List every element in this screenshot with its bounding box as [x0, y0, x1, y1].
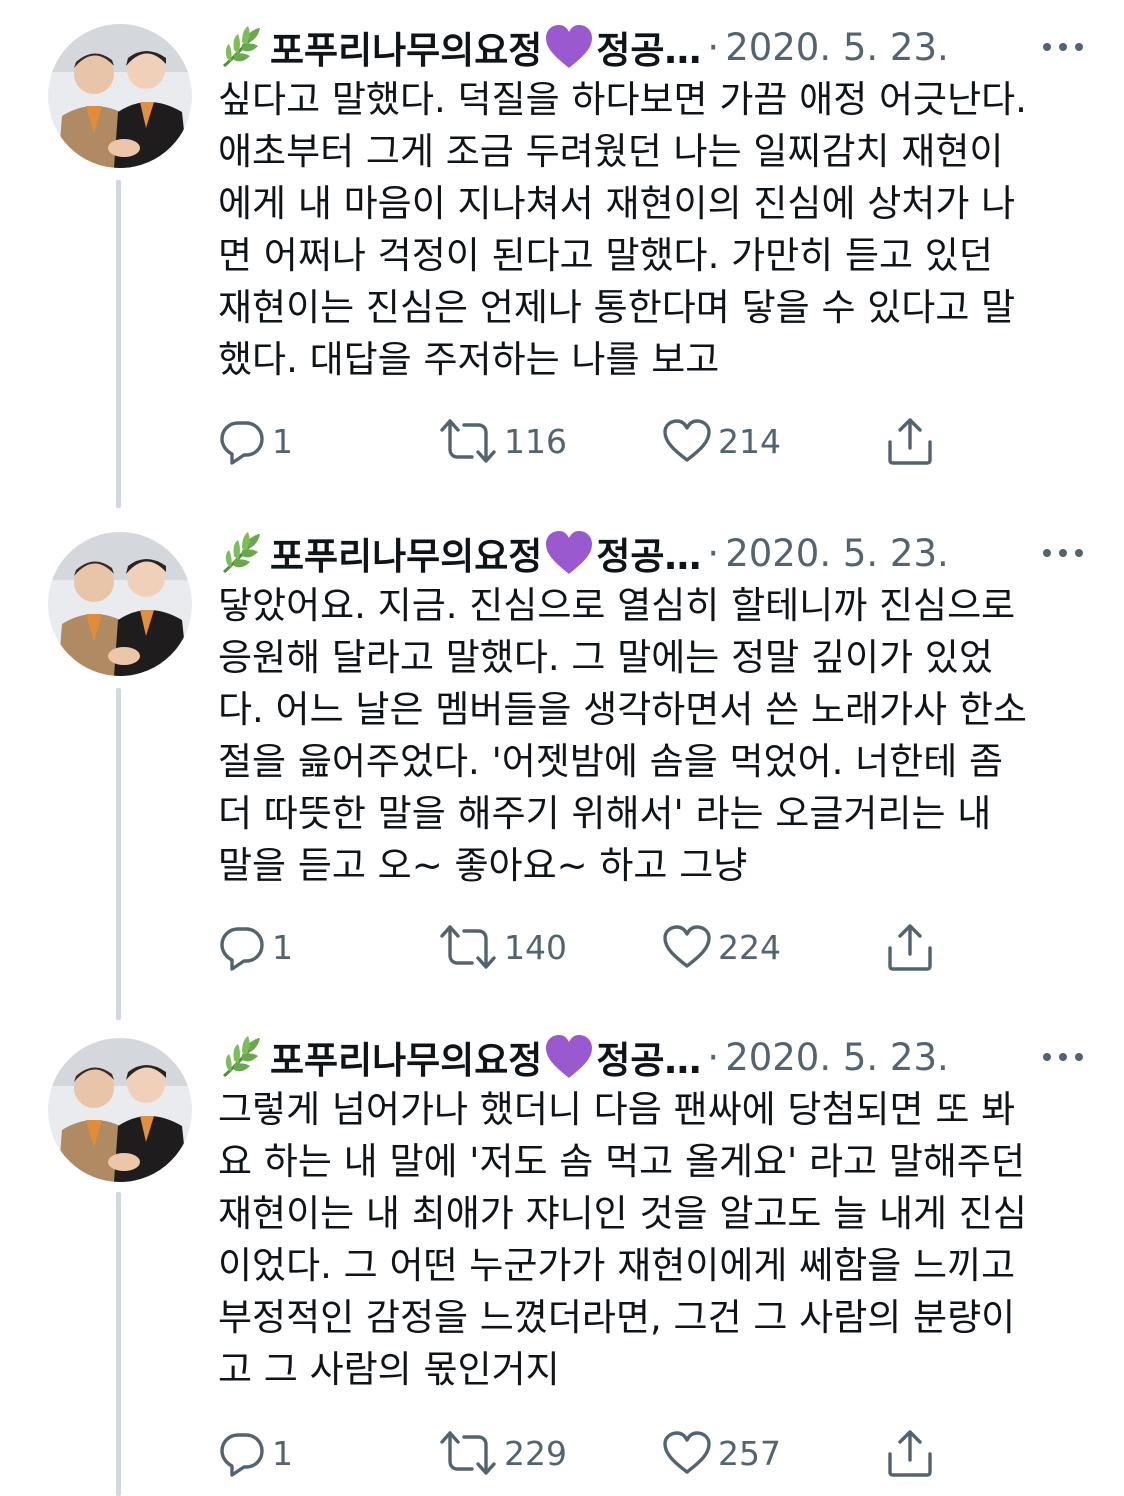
- share-icon: [886, 416, 934, 466]
- text-line: 재현이는 내 최애가 쟈니인 것을 알고도 늘 내게 진심: [218, 1192, 1027, 1235]
- text-line: 면 어쩌나 걱정이 된다고 말했다. 가만히 듣고 있던: [218, 234, 993, 277]
- tweet-header: 포푸리나무의요정 정공… · 2020. 5. 23.: [218, 1032, 1098, 1082]
- retweet-icon: [438, 923, 498, 971]
- reply-icon: [218, 1429, 266, 1477]
- text-line: 재현이는 진심은 언제나 통한다며 닿을 수 있다고 말: [218, 286, 1016, 329]
- like-button[interactable]: 257: [662, 1428, 781, 1478]
- purple-heart-icon: [544, 24, 594, 70]
- separator: ·: [707, 1035, 720, 1079]
- like-icon: [662, 924, 712, 970]
- reply-button[interactable]: 1: [218, 1428, 293, 1478]
- share-icon: [886, 922, 934, 972]
- retweet-icon: [438, 1429, 498, 1477]
- reply-icon: [218, 923, 266, 971]
- share-button[interactable]: [886, 922, 934, 972]
- like-button[interactable]: 224: [662, 922, 781, 972]
- text-line: 그렇게 넘어가나 했더니 다음 팬싸에 당첨되면 또 봐: [218, 1088, 1016, 1131]
- text-line: 다. 어느 날은 멤버들을 생각하면서 쓴 노래가사 한소: [218, 688, 1027, 731]
- like-count: 257: [718, 1433, 781, 1473]
- text-line: 더 따뜻한 말을 해주기 위해서' 라는 오글거리는 내: [218, 792, 992, 835]
- avatar[interactable]: [48, 1038, 192, 1182]
- reply-count: 1: [272, 927, 293, 967]
- text-line: 부정적인 감정을 느꼈더라면, 그건 그 사람의 분량이: [218, 1296, 1016, 1339]
- reply-icon: [218, 417, 266, 465]
- text-line: 고 그 사람의 몫인거지: [218, 1348, 560, 1391]
- tweet-header: 포푸리나무의요정 정공… · 2020. 5. 23.: [218, 22, 1098, 72]
- share-button[interactable]: [886, 1428, 934, 1478]
- tweet-actions: 1 229 257: [218, 1428, 958, 1478]
- retweet-count: 229: [504, 1433, 567, 1473]
- tweet-actions: 1 140 224: [218, 922, 958, 972]
- tweet-text: 그렇게 넘어가나 했더니 다음 팬싸에 당첨되면 또 봐 요 하는 내 말에 '…: [218, 1084, 1098, 1396]
- text-line: 에게 내 마음이 지나쳐서 재현이의 진심에 상처가 나: [218, 182, 1016, 225]
- reply-count: 1: [272, 1433, 293, 1473]
- more-horizontal-icon[interactable]: [1040, 1046, 1086, 1068]
- retweet-count: 116: [504, 421, 567, 461]
- avatar[interactable]: [48, 532, 192, 676]
- share-icon: [886, 1428, 934, 1478]
- like-count: 224: [718, 927, 781, 967]
- like-icon: [662, 1430, 712, 1476]
- author-name-suffix[interactable]: 정공…: [596, 1030, 701, 1084]
- retweet-icon: [438, 417, 498, 465]
- tweet-date[interactable]: 2020. 5. 23.: [725, 532, 949, 575]
- like-button[interactable]: 214: [662, 416, 781, 466]
- retweet-button[interactable]: 229: [438, 1428, 567, 1478]
- author-name[interactable]: 포푸리나무의요정: [270, 1030, 542, 1084]
- tweet-text: 싶다고 말했다. 덕질을 하다보면 가끔 애정 어긋난다. 애초부터 그게 조금…: [218, 74, 1098, 386]
- retweet-button[interactable]: 116: [438, 416, 567, 466]
- text-line: 싶다고 말했다. 덕질을 하다보면 가끔 애정 어긋난다.: [218, 78, 1027, 121]
- author-name-suffix[interactable]: 정공…: [596, 20, 701, 74]
- more-horizontal-icon[interactable]: [1040, 542, 1086, 564]
- avatar[interactable]: [48, 24, 192, 168]
- tweet-header: 포푸리나무의요정 정공… · 2020. 5. 23.: [218, 528, 1098, 578]
- text-line: 말을 듣고 오~ 좋아요~ 하고 그냥: [218, 844, 748, 887]
- share-button[interactable]: [886, 416, 934, 466]
- purple-heart-icon: [544, 530, 594, 576]
- author-name-suffix[interactable]: 정공…: [596, 526, 701, 580]
- retweet-count: 140: [504, 927, 567, 967]
- thread-line-2: [116, 688, 121, 1020]
- text-line: 요 하는 내 말에 '저도 솜 먹고 올게요' 라고 말해주던: [218, 1140, 1025, 1183]
- tweet-actions: 1 116 214: [218, 416, 958, 466]
- reply-button[interactable]: 1: [218, 416, 293, 466]
- purple-heart-icon: [544, 1034, 594, 1080]
- like-count: 214: [718, 421, 781, 461]
- separator: ·: [707, 531, 720, 575]
- herb-icon: [218, 1034, 264, 1080]
- text-line: 닿았어요. 지금. 진심으로 열심히 할테니까 진심으로: [218, 584, 1016, 627]
- author-name[interactable]: 포푸리나무의요정: [270, 526, 542, 580]
- reply-count: 1: [272, 421, 293, 461]
- tweet-text: 닿았어요. 지금. 진심으로 열심히 할테니까 진심으로 응원해 달라고 말했다…: [218, 580, 1098, 892]
- tweet-date[interactable]: 2020. 5. 23.: [725, 1036, 949, 1079]
- text-line: 애초부터 그게 조금 두려웠던 나는 일찌감치 재현이: [218, 130, 1004, 173]
- reply-button[interactable]: 1: [218, 922, 293, 972]
- thread-line-1: [116, 180, 121, 508]
- like-icon: [662, 418, 712, 464]
- more-horizontal-icon[interactable]: [1040, 36, 1086, 58]
- herb-icon: [218, 24, 264, 70]
- author-name[interactable]: 포푸리나무의요정: [270, 20, 542, 74]
- text-line: 절을 읊어주었다. '어젯밤에 솜을 먹었어. 너한테 좀: [218, 740, 1004, 783]
- separator: ·: [707, 25, 720, 69]
- text-line: 이었다. 그 어떤 누군가가 재현이에게 쎄함을 느끼고: [218, 1244, 1016, 1287]
- retweet-button[interactable]: 140: [438, 922, 567, 972]
- text-line: 응원해 달라고 말했다. 그 말에는 정말 깊이가 있었: [218, 636, 993, 679]
- herb-icon: [218, 530, 264, 576]
- thread-line-3: [116, 1192, 121, 1496]
- text-line: 했다. 대답을 주저하는 나를 보고: [218, 338, 720, 381]
- tweet-date[interactable]: 2020. 5. 23.: [725, 26, 949, 69]
